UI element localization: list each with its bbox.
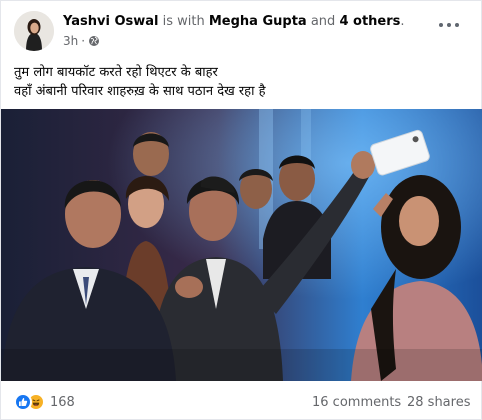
reaction-count: 168 [50, 394, 75, 410]
like-icon [14, 393, 32, 411]
thumbs-up-icon [19, 398, 28, 406]
reactions-summary[interactable]: 168 [14, 393, 75, 411]
shares-count-link[interactable]: 28 shares [407, 395, 470, 410]
globe-icon [89, 36, 100, 46]
tagged-person-link[interactable]: Megha Gupta [209, 14, 307, 29]
photo-illustration [1, 109, 482, 381]
post-stats-bar: 168 16 comments 28 shares [1, 383, 482, 420]
post-header-line: Yashvi Oswal is with Megha Gupta and 4 o… [63, 13, 405, 31]
post-options-button[interactable] [435, 13, 463, 37]
caption-line-1: तुम लोग बायकॉट करते रहो थिएटर के बाहर [14, 65, 218, 80]
facebook-post: Yashvi Oswal is with Megha Gupta and 4 o… [0, 0, 482, 420]
others-link[interactable]: 4 others [339, 14, 400, 29]
more-dot-icon [439, 23, 443, 27]
caption-line-2: वहाँ अंबानी परिवार शाहरुख़ के साथ पठान द… [14, 84, 266, 99]
more-dot-icon [447, 23, 451, 27]
post-meta: 3h · [63, 34, 100, 48]
more-dot-icon [455, 23, 459, 27]
period: . [400, 14, 405, 29]
avatar-image [14, 11, 54, 51]
post-caption: तुम लोग बायकॉट करते रहो थिएटर के बाहर वह… [14, 63, 474, 101]
post-photo[interactable] [1, 109, 482, 381]
with-text: is with [162, 14, 205, 29]
and-text: and [310, 14, 336, 29]
author-name[interactable]: Yashvi Oswal [63, 14, 158, 29]
meta-separator: · [81, 34, 86, 48]
comments-count-link[interactable]: 16 comments [312, 395, 401, 410]
author-avatar[interactable] [14, 11, 54, 51]
post-timestamp[interactable]: 3h [63, 34, 78, 48]
